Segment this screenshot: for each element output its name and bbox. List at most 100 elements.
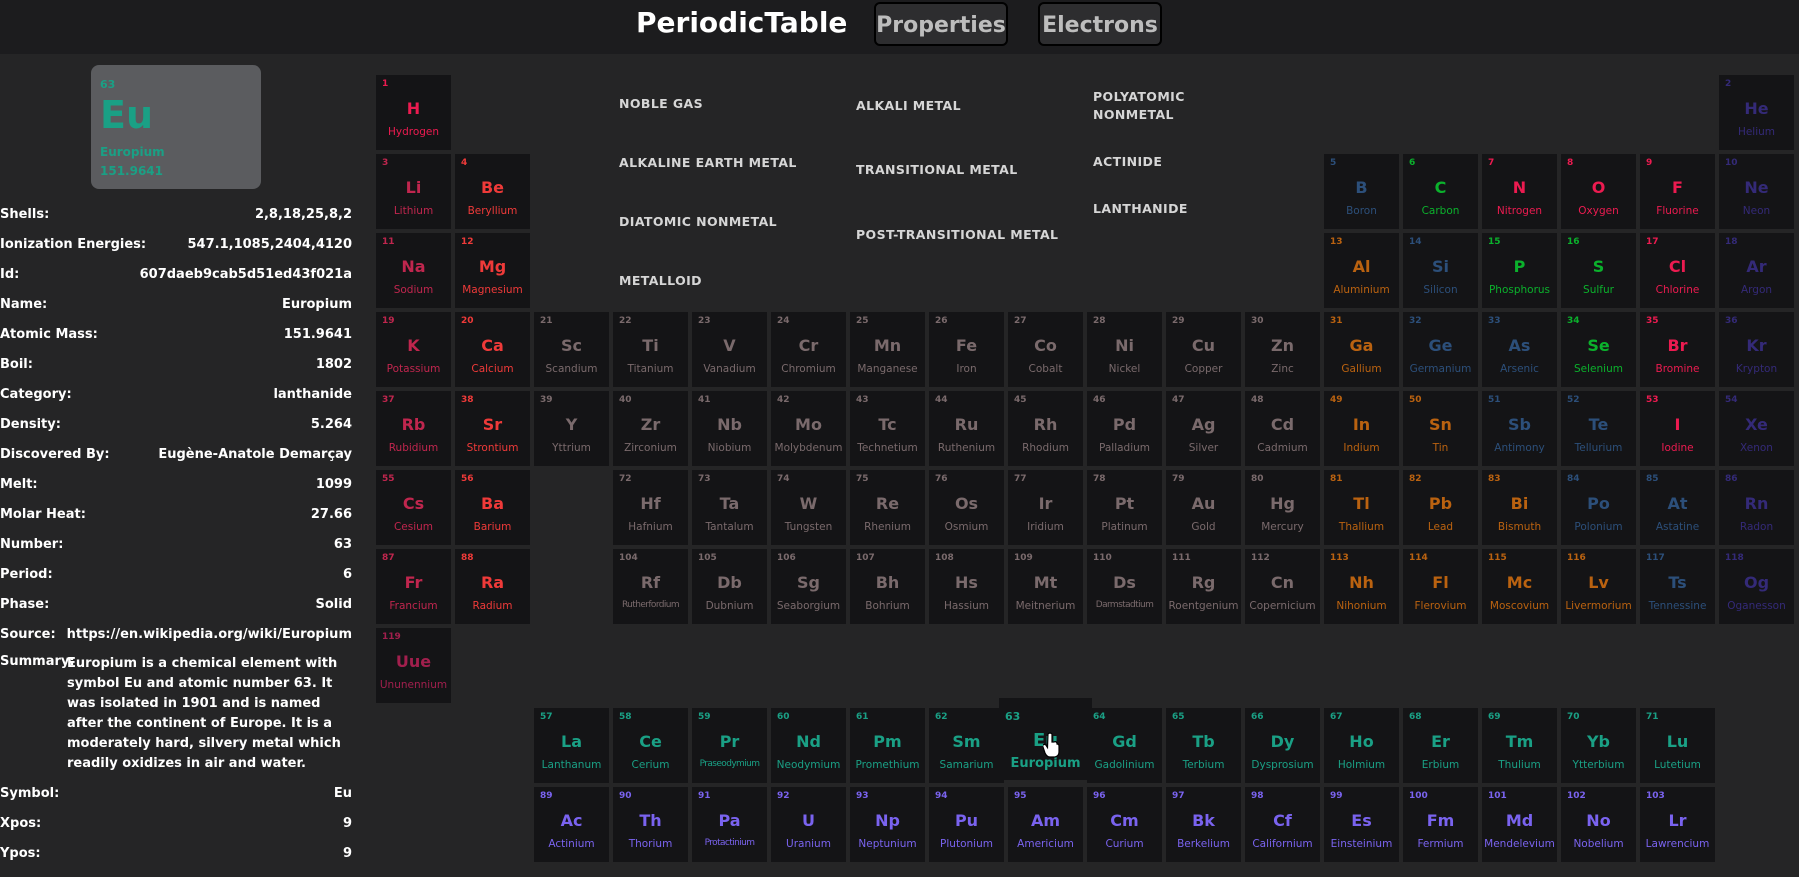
element-cell[interactable]: 34 Se Selenium — [1561, 312, 1636, 387]
element-cell[interactable]: 97 Bk Berkelium — [1166, 787, 1241, 862]
element-cell[interactable]: 25 Mn Manganese — [850, 312, 925, 387]
element-cell[interactable]: 107 Bh Bohrium — [850, 549, 925, 624]
element-cell[interactable]: 41 Nb Niobium — [692, 391, 767, 466]
element-cell[interactable]: 7 N Nitrogen — [1482, 154, 1557, 229]
element-cell[interactable]: 42 Mo Molybdenum — [771, 391, 846, 466]
element-cell[interactable]: 28 Ni Nickel — [1087, 312, 1162, 387]
element-cell[interactable]: 15 P Phosphorus — [1482, 233, 1557, 308]
element-cell[interactable]: 81 Tl Thallium — [1324, 470, 1399, 545]
element-cell[interactable]: 92 U Uranium — [771, 787, 846, 862]
element-cell[interactable]: 85 At Astatine — [1640, 470, 1715, 545]
element-cell[interactable]: 22 Ti Titanium — [613, 312, 688, 387]
element-cell[interactable]: 47 Ag Silver — [1166, 391, 1241, 466]
element-cell[interactable]: 20 Ca Calcium — [455, 312, 530, 387]
element-cell[interactable]: 86 Rn Radon — [1719, 470, 1794, 545]
element-cell[interactable]: 67 Ho Holmium — [1324, 708, 1399, 783]
element-cell[interactable]: 93 Np Neptunium — [850, 787, 925, 862]
element-cell[interactable]: 83 Bi Bismuth — [1482, 470, 1557, 545]
legend-item[interactable]: DIATOMIC NONMETAL — [619, 213, 819, 231]
element-cell[interactable]: 108 Hs Hassium — [929, 549, 1004, 624]
element-cell[interactable]: 54 Xe Xenon — [1719, 391, 1794, 466]
element-cell[interactable]: 36 Kr Krypton — [1719, 312, 1794, 387]
element-cell[interactable]: 117 Ts Tennessine — [1640, 549, 1715, 624]
electrons-nav-button[interactable]: Electrons — [1038, 2, 1162, 46]
element-cell[interactable]: 65 Tb Terbium — [1166, 708, 1241, 783]
element-cell[interactable]: 68 Er Erbium — [1403, 708, 1478, 783]
element-cell[interactable]: 72 Hf Hafnium — [613, 470, 688, 545]
element-cell[interactable]: 1 H Hydrogen — [376, 75, 451, 150]
element-cell[interactable]: 69 Tm Thulium — [1482, 708, 1557, 783]
element-cell[interactable]: 98 Cf Californium — [1245, 787, 1320, 862]
element-cell[interactable]: 21 Sc Scandium — [534, 312, 609, 387]
legend-item[interactable]: LANTHANIDE — [1093, 200, 1293, 218]
element-cell[interactable]: 53 I Iodine — [1640, 391, 1715, 466]
element-cell[interactable]: 12 Mg Magnesium — [455, 233, 530, 308]
element-cell[interactable]: 64 Gd Gadolinium — [1087, 708, 1162, 783]
element-cell[interactable]: 101 Md Mendelevium — [1482, 787, 1557, 862]
element-cell[interactable]: 18 Ar Argon — [1719, 233, 1794, 308]
legend-item[interactable]: POLYATOMIC NONMETAL — [1093, 88, 1233, 124]
element-cell[interactable]: 104 Rf Rutherfordium — [613, 549, 688, 624]
element-cell[interactable]: 6 C Carbon — [1403, 154, 1478, 229]
element-cell[interactable]: 55 Cs Cesium — [376, 470, 451, 545]
element-cell[interactable]: 48 Cd Cadmium — [1245, 391, 1320, 466]
element-cell[interactable]: 40 Zr Zirconium — [613, 391, 688, 466]
element-cell[interactable]: 44 Ru Ruthenium — [929, 391, 1004, 466]
element-cell[interactable]: 43 Tc Technetium — [850, 391, 925, 466]
element-cell[interactable]: 84 Po Polonium — [1561, 470, 1636, 545]
element-cell[interactable]: 96 Cm Curium — [1087, 787, 1162, 862]
element-cell[interactable]: 4 Be Beryllium — [455, 154, 530, 229]
element-cell[interactable]: 52 Te Tellurium — [1561, 391, 1636, 466]
element-cell[interactable]: 77 Ir Iridium — [1008, 470, 1083, 545]
element-cell[interactable]: 115 Mc Moscovium — [1482, 549, 1557, 624]
element-cell[interactable]: 29 Cu Copper — [1166, 312, 1241, 387]
element-cell[interactable]: 26 Fe Iron — [929, 312, 1004, 387]
element-cell[interactable]: 73 Ta Tantalum — [692, 470, 767, 545]
element-cell[interactable]: 32 Ge Germanium — [1403, 312, 1478, 387]
element-cell[interactable]: 88 Ra Radium — [455, 549, 530, 624]
element-cell[interactable]: 80 Hg Mercury — [1245, 470, 1320, 545]
element-cell[interactable]: 87 Fr Francium — [376, 549, 451, 624]
element-cell[interactable]: 105 Db Dubnium — [692, 549, 767, 624]
element-cell[interactable]: 58 Ce Cerium — [613, 708, 688, 783]
element-cell[interactable]: 8 O Oxygen — [1561, 154, 1636, 229]
element-cell[interactable]: 94 Pu Plutonium — [929, 787, 1004, 862]
element-cell[interactable]: 112 Cn Copernicium — [1245, 549, 1320, 624]
element-cell[interactable]: 24 Cr Chromium — [771, 312, 846, 387]
element-cell[interactable]: 110 Ds Darmstadtium — [1087, 549, 1162, 624]
element-cell[interactable]: 89 Ac Actinium — [534, 787, 609, 862]
element-cell[interactable]: 13 Al Aluminium — [1324, 233, 1399, 308]
element-cell[interactable]: 119 Uue Ununennium — [376, 628, 451, 703]
element-cell[interactable]: 82 Pb Lead — [1403, 470, 1478, 545]
element-cell[interactable]: 19 K Potassium — [376, 312, 451, 387]
element-cell[interactable]: 113 Nh Nihonium — [1324, 549, 1399, 624]
legend-item[interactable]: ALKALINE EARTH METAL — [619, 154, 839, 172]
element-cell[interactable]: 23 V Vanadium — [692, 312, 767, 387]
element-cell[interactable]: 10 Ne Neon — [1719, 154, 1794, 229]
element-cell[interactable]: 61 Pm Promethium — [850, 708, 925, 783]
element-cell[interactable]: 62 Sm Samarium — [929, 708, 1004, 783]
element-cell[interactable]: 118 Og Oganesson — [1719, 549, 1794, 624]
element-cell[interactable]: 71 Lu Lutetium — [1640, 708, 1715, 783]
element-cell[interactable]: 50 Sn Tin — [1403, 391, 1478, 466]
element-cell[interactable]: 11 Na Sodium — [376, 233, 451, 308]
legend-item[interactable]: METALLOID — [619, 272, 819, 290]
element-cell[interactable]: 114 Fl Flerovium — [1403, 549, 1478, 624]
element-cell[interactable]: 33 As Arsenic — [1482, 312, 1557, 387]
element-cell[interactable]: 9 F Fluorine — [1640, 154, 1715, 229]
legend-item[interactable]: ACTINIDE — [1093, 153, 1293, 171]
element-cell[interactable]: 57 La Lanthanum — [534, 708, 609, 783]
element-cell[interactable]: 60 Nd Neodymium — [771, 708, 846, 783]
element-cell[interactable]: 3 Li Lithium — [376, 154, 451, 229]
element-cell[interactable]: 111 Rg Roentgenium — [1166, 549, 1241, 624]
element-cell[interactable]: 99 Es Einsteinium — [1324, 787, 1399, 862]
element-cell[interactable]: 109 Mt Meitnerium — [1008, 549, 1083, 624]
element-cell[interactable]: 51 Sb Antimony — [1482, 391, 1557, 466]
element-cell[interactable]: 59 Pr Praseodymium — [692, 708, 767, 783]
properties-nav-button[interactable]: Properties — [874, 2, 1008, 46]
element-cell[interactable]: 76 Os Osmium — [929, 470, 1004, 545]
element-cell[interactable]: 103 Lr Lawrencium — [1640, 787, 1715, 862]
element-cell[interactable]: 100 Fm Fermium — [1403, 787, 1478, 862]
element-cell[interactable]: 35 Br Bromine — [1640, 312, 1715, 387]
element-cell[interactable]: 39 Y Yttrium — [534, 391, 609, 466]
